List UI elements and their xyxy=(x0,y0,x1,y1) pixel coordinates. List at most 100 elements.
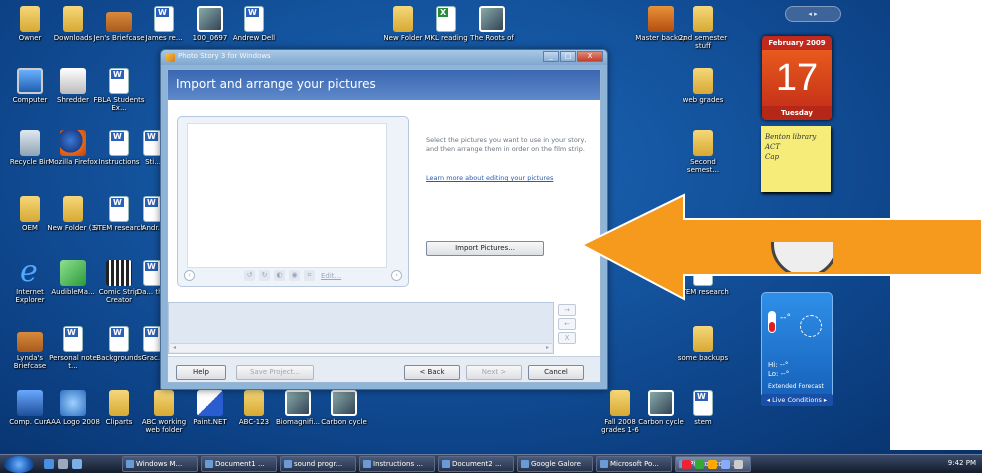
document-icon xyxy=(154,6,174,32)
weather-gadget: --° Hi: --° Lo: --° Extended Forecast xyxy=(761,292,833,402)
picture-preview: ‹ ↺ ↻ ◐ ◉ ⌗ Edit... › xyxy=(177,116,409,287)
desktop-icon[interactable]: web grades xyxy=(675,68,731,104)
sidebar-nav[interactable]: ◂ ▸ xyxy=(785,6,841,22)
master-backup-icon xyxy=(648,6,674,32)
photo-icon xyxy=(285,390,311,416)
film-strip[interactable]: ◂ ▸ xyxy=(168,302,554,354)
minimize-button[interactable]: _ xyxy=(543,51,559,62)
learn-more-link[interactable]: Learn more about editing your pictures xyxy=(426,174,553,182)
photo-icon xyxy=(648,390,674,416)
preview-toolbar: ‹ ↺ ↻ ◐ ◉ ⌗ Edit... › xyxy=(182,269,404,283)
folder-icon xyxy=(63,196,83,222)
rotate-right-icon[interactable]: ↻ xyxy=(259,270,270,281)
help-button[interactable]: Help xyxy=(176,365,226,380)
close-button[interactable]: X xyxy=(577,51,603,62)
save-project-button[interactable]: Save Project... xyxy=(236,365,314,380)
next-picture-icon[interactable]: › xyxy=(391,270,402,281)
photo-icon xyxy=(197,6,223,32)
briefcase-icon xyxy=(106,12,132,32)
remove-picture-button[interactable]: X xyxy=(558,332,576,344)
edit-tools: ↺ ↻ ◐ ◉ ⌗ Edit... xyxy=(244,270,341,281)
document-icon xyxy=(693,390,713,416)
calendar-month: February 2009 xyxy=(762,36,832,50)
computer-icon xyxy=(17,68,43,94)
extended-forecast-link[interactable]: Extended Forecast xyxy=(768,383,824,390)
folder-icon xyxy=(610,390,630,416)
red-eye-icon[interactable]: ◉ xyxy=(289,270,300,281)
taskbar-task-button[interactable]: Document1 ... xyxy=(201,456,277,472)
desktop-icon[interactable]: The Roots of xyxy=(464,6,520,42)
desktop-icon-label: Second semest... xyxy=(686,158,720,174)
film-strip-scrollbar[interactable]: ◂ ▸ xyxy=(170,343,552,352)
start-button[interactable] xyxy=(4,456,34,473)
rotate-left-icon[interactable]: ↺ xyxy=(244,270,255,281)
taskbar-task-button[interactable]: Microsoft Po... xyxy=(596,456,672,472)
folder-icon xyxy=(693,6,713,32)
quicklaunch-switch-icon[interactable] xyxy=(72,459,82,469)
taskbar-task-button[interactable]: Instructions ... xyxy=(359,456,435,472)
back-button[interactable]: < Back xyxy=(404,365,460,380)
import-pictures-button[interactable]: Import Pictures... xyxy=(426,241,544,256)
logo-icon xyxy=(60,390,86,416)
desktop-icon[interactable]: FBLA Students Ex... xyxy=(91,68,147,112)
taskbar-task-button[interactable]: sound progr... xyxy=(280,456,356,472)
taskbar-task-button[interactable]: Windows M... xyxy=(122,456,198,472)
folder-icon xyxy=(20,6,40,32)
firefox-icon xyxy=(60,130,86,156)
desktop-icon-label: Andrew Dell xyxy=(232,34,276,42)
scroll-left-icon[interactable]: ◂ xyxy=(173,344,176,351)
desktop-icon[interactable]: stem xyxy=(675,390,731,426)
volume-icon[interactable] xyxy=(734,460,743,469)
edit-link[interactable]: Edit... xyxy=(321,272,341,280)
move-left-button[interactable]: ← xyxy=(558,318,576,330)
move-right-button[interactable]: → xyxy=(558,304,576,316)
cancel-button[interactable]: Cancel xyxy=(528,365,584,380)
tray-icon[interactable] xyxy=(695,460,704,469)
folder-icon xyxy=(693,130,713,156)
tray-icon[interactable] xyxy=(708,460,717,469)
quicklaunch-desktop-icon[interactable] xyxy=(58,459,68,469)
folder-icon xyxy=(109,390,129,416)
auto-correct-icon[interactable]: ◐ xyxy=(274,270,285,281)
maximize-button[interactable]: □ xyxy=(560,51,576,62)
desktop-icon[interactable]: 2nd semester stuff xyxy=(675,6,731,50)
previous-picture-icon[interactable]: ‹ xyxy=(184,270,195,281)
crop-icon[interactable]: ⌗ xyxy=(304,270,315,281)
sticky-note-gadget[interactable]: Benton library ACT Cap xyxy=(761,126,831,192)
wizard-footer: Help Save Project... < Back Next > Cance… xyxy=(168,356,600,382)
excel-icon xyxy=(436,6,456,32)
audible-icon xyxy=(60,260,86,286)
desktop-icon-label: Carbon cycle xyxy=(321,418,367,426)
current-temp: --° xyxy=(780,313,791,323)
folder-icon xyxy=(393,6,413,32)
folder-icon xyxy=(20,196,40,222)
note-line: Cap xyxy=(765,153,780,161)
preview-canvas xyxy=(187,123,387,268)
recycle-bin-icon xyxy=(20,130,40,156)
internet-explorer-icon xyxy=(17,254,43,289)
taskbar-buttons: Windows M... Document1 ... sound progr... I… xyxy=(122,456,751,472)
calendar-weekday: Tuesday xyxy=(762,106,832,120)
high-temp: Hi: --° xyxy=(768,361,789,369)
calendar-gadget: February 2009 17 Tuesday xyxy=(762,36,832,120)
taskbar-task-button[interactable]: Google Galore xyxy=(517,456,593,472)
scroll-right-icon[interactable]: ▸ xyxy=(546,344,549,351)
next-button[interactable]: Next > xyxy=(466,365,522,380)
desktop-icon[interactable]: Second semest... xyxy=(675,130,731,174)
taskbar-task-button[interactable]: Document2 ... xyxy=(438,456,514,472)
document-icon xyxy=(109,68,129,94)
live-conditions-tab[interactable]: ◂ Live Conditions ▸ xyxy=(761,394,833,406)
desktop-icon[interactable]: Andrew Dell xyxy=(226,6,282,42)
taskbar-clock[interactable]: 9:42 PM xyxy=(948,459,976,467)
tray-icon[interactable] xyxy=(682,460,691,469)
clock-gadget xyxy=(771,242,833,272)
quicklaunch-ie-icon[interactable] xyxy=(44,459,54,469)
desktop-icon[interactable]: Carbon cycle xyxy=(316,390,372,426)
window-titlebar[interactable]: Photo Story 3 for Windows _ □ X xyxy=(161,50,607,65)
desktop-icon[interactable]: some backups xyxy=(675,326,731,362)
network-icon[interactable] xyxy=(721,460,730,469)
hi-lo-temps: Hi: --° Lo: --° xyxy=(768,361,789,379)
thermometer-icon xyxy=(768,311,776,333)
paint-icon xyxy=(197,390,223,416)
page-title: Import and arrange your pictures xyxy=(176,77,376,91)
